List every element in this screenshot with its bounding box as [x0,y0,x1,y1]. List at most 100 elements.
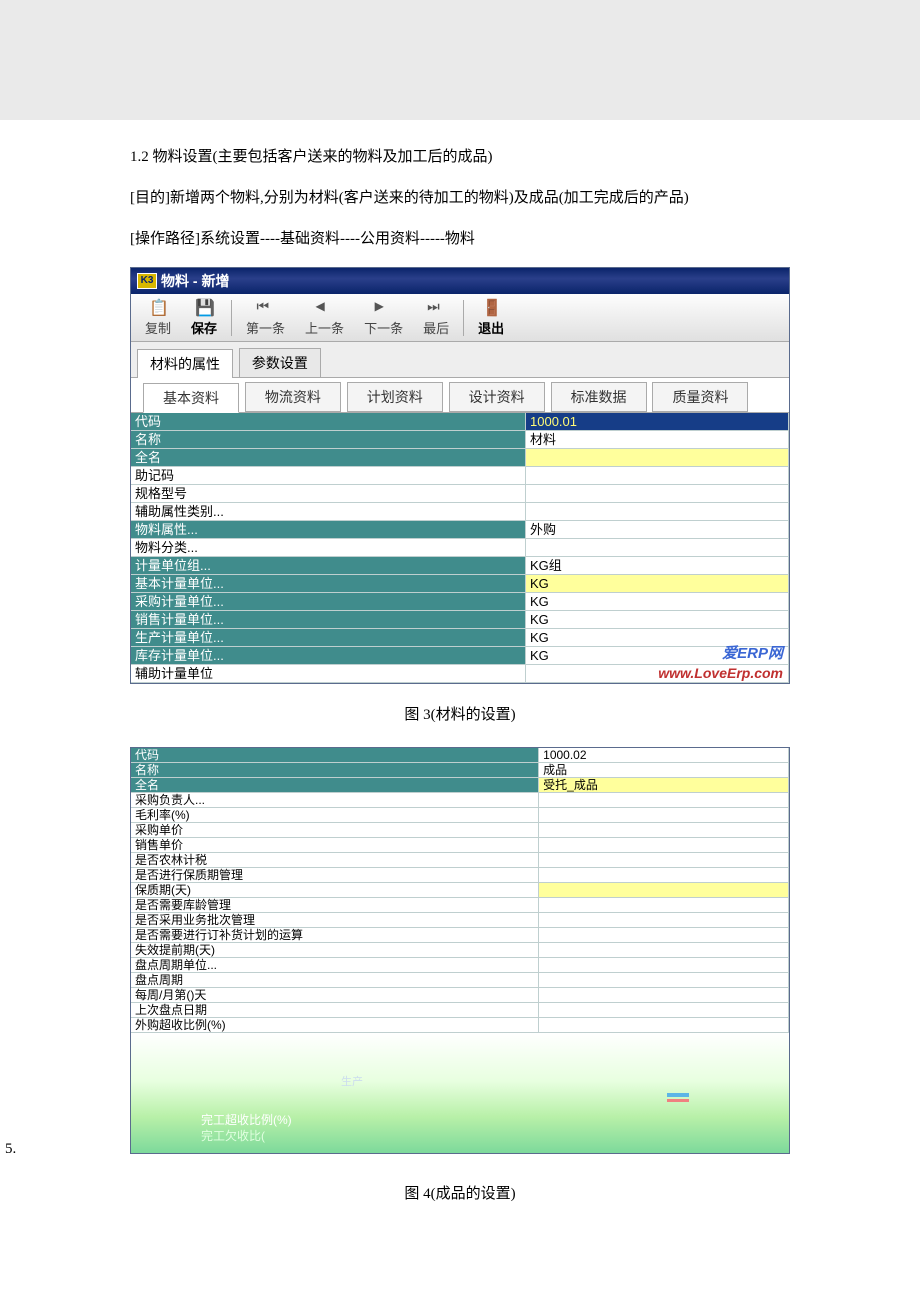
subtab-quality[interactable]: 质量资料 [652,382,748,412]
property-row: 上次盘点日期 [131,1003,789,1018]
property-value[interactable] [539,823,789,838]
property-label: 物料属性... [131,521,526,539]
property-row: 全名 [131,449,789,467]
property-row: 代码1000.02 [131,748,789,763]
next-icon [375,298,393,316]
first-button[interactable]: 第一条 [236,296,295,339]
property-value[interactable] [539,838,789,853]
property-value[interactable]: 材料 [526,431,789,449]
property-label: 采购负责人... [131,793,539,808]
property-row: 是否采用业务批次管理 [131,913,789,928]
property-value[interactable] [526,485,789,503]
property-value[interactable]: 1000.02 [539,748,789,763]
window-title: 物料 - 新增 [161,271,229,291]
property-value[interactable] [539,883,789,898]
property-value[interactable] [539,898,789,913]
property-label: 毛利率(%) [131,808,539,823]
property-value[interactable] [539,1003,789,1018]
next-button[interactable]: 下一条 [354,296,413,339]
property-row: 销售单价 [131,838,789,853]
property-row: 全名受托_成品 [131,778,789,793]
property-value[interactable]: KG [526,593,789,611]
first-label: 第一条 [246,318,285,337]
property-label: 计量单位组... [131,557,526,575]
property-row: 辅助计量单位 [131,665,789,683]
subtab-design[interactable]: 设计资料 [449,382,545,412]
property-grid-material: 代码1000.01名称材料全名助记码规格型号辅助属性类别...物料属性...外购… [131,413,789,683]
property-label: 基本计量单位... [131,575,526,593]
property-value[interactable] [539,793,789,808]
save-button[interactable]: 保存 [181,296,227,339]
next-label: 下一条 [364,318,403,337]
property-row: 计量单位组...KG组 [131,557,789,575]
property-value[interactable] [526,449,789,467]
property-value[interactable]: 成品 [539,763,789,778]
property-value[interactable]: 受托_成品 [539,778,789,793]
k3-logo-icon: K3 [137,273,157,289]
subtab-basic[interactable]: 基本资料 [143,383,239,413]
property-label: 库存计量单位... [131,647,526,665]
property-row: 盘点周期 [131,973,789,988]
completion-underreceive-label: 完工欠收比( [201,1127,265,1144]
exit-button[interactable]: 退出 [468,296,514,339]
property-value[interactable] [539,913,789,928]
property-row: 每周/月第()天 [131,988,789,1003]
property-value[interactable]: KG组 [526,557,789,575]
property-label: 全名 [131,778,539,793]
property-value[interactable]: KG [526,629,789,647]
k3-window-product: 代码1000.02名称成品全名受托_成品采购负责人...毛利率(%)采购单价销售… [130,747,790,1154]
tab-param-settings[interactable]: 参数设置 [239,348,321,377]
property-row: 采购负责人... [131,793,789,808]
property-label: 助记码 [131,467,526,485]
property-row: 失效提前期(天) [131,943,789,958]
property-value[interactable]: KG [526,575,789,593]
property-value[interactable] [539,1018,789,1033]
property-label: 盘点周期单位... [131,958,539,973]
property-label: 全名 [131,449,526,467]
toolbar-separator [231,300,232,336]
property-value[interactable] [539,988,789,1003]
property-value[interactable] [526,665,789,683]
property-label: 辅助属性类别... [131,503,526,521]
faded-label: 生产 [341,1073,363,1089]
first-icon [257,298,275,316]
property-value[interactable] [526,503,789,521]
property-label: 物料分类... [131,539,526,557]
property-value[interactable] [539,853,789,868]
tab-material-attr[interactable]: 材料的属性 [137,349,233,378]
page-header-gray [0,0,920,120]
last-button[interactable]: 最后 [413,296,459,339]
property-label: 是否采用业务批次管理 [131,913,539,928]
property-value[interactable] [539,928,789,943]
property-value[interactable] [539,868,789,883]
property-label: 采购单价 [131,823,539,838]
property-value[interactable] [539,973,789,988]
copy-button[interactable]: 复制 [135,296,181,339]
property-row: 保质期(天) [131,883,789,898]
property-label: 代码 [131,748,539,763]
property-row: 名称成品 [131,763,789,778]
property-value[interactable]: KG [526,647,789,665]
subtab-plan[interactable]: 计划资料 [347,382,443,412]
gradient-footer: 生产 完工超收比例(%) 完工欠收比( [131,1033,789,1153]
toolbar-separator [463,300,464,336]
property-row: 采购单价 [131,823,789,838]
property-value[interactable] [526,539,789,557]
property-row: 基本计量单位...KG [131,575,789,593]
property-label: 是否农林计税 [131,853,539,868]
property-value[interactable] [526,467,789,485]
property-value[interactable]: KG [526,611,789,629]
prev-button[interactable]: 上一条 [295,296,354,339]
property-value[interactable] [539,958,789,973]
property-value[interactable] [539,943,789,958]
property-row: 代码1000.01 [131,413,789,431]
property-value[interactable] [539,808,789,823]
subtab-logistics[interactable]: 物流资料 [245,382,341,412]
decorative-stripe-red [667,1099,689,1102]
subtab-standard[interactable]: 标准数据 [551,382,647,412]
section-purpose: [目的]新增两个物料,分别为材料(客户送来的待加工的物料)及成品(加工完成后的产… [130,185,790,212]
property-label: 名称 [131,431,526,449]
property-value[interactable]: 1000.01 [526,413,789,431]
property-value[interactable]: 外购 [526,521,789,539]
property-label: 是否需要库龄管理 [131,898,539,913]
